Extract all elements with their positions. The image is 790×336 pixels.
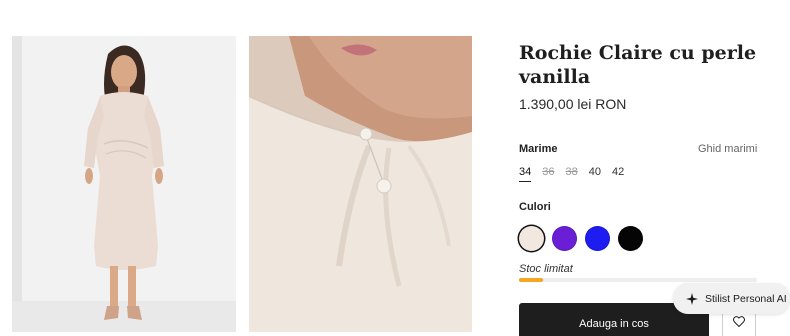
stock-status-label: Stoc limitat	[519, 263, 573, 275]
size-label: Marime	[519, 143, 558, 155]
heart-icon	[733, 316, 745, 327]
product-title: Rochie Claire cu perle vanilla	[519, 42, 757, 88]
stock-level-fill	[519, 278, 543, 282]
size-option-36[interactable]: 36	[542, 166, 554, 182]
ai-stylist-button[interactable]: Stilist Personal AI	[673, 283, 790, 314]
color-swatch-vanilla[interactable]	[519, 226, 544, 251]
color-swatch-purple[interactable]	[552, 226, 577, 251]
ai-stylist-label: Stilist Personal AI	[705, 292, 787, 305]
product-image-pearl-detail[interactable]	[249, 36, 472, 332]
color-swatch-blue[interactable]	[585, 226, 610, 251]
color-swatch-black[interactable]	[618, 226, 643, 251]
size-option-42[interactable]: 42	[612, 166, 624, 182]
stock-level-bar	[519, 278, 757, 282]
product-price: 1.390,00 lei RON	[519, 96, 627, 112]
size-options: 34 36 38 40 42	[519, 166, 624, 182]
pearl-detail-illustration	[249, 36, 472, 332]
sparkle-icon	[686, 292, 698, 305]
colors-label: Culori	[519, 201, 551, 213]
size-option-34[interactable]: 34	[519, 166, 532, 182]
model-full-illustration	[12, 36, 236, 332]
size-option-38[interactable]: 38	[566, 166, 578, 182]
product-image-full-length[interactable]	[12, 36, 236, 332]
size-guide-link[interactable]: Ghid marimi	[698, 143, 757, 155]
color-swatches	[519, 226, 643, 251]
size-option-40[interactable]: 40	[589, 166, 601, 182]
